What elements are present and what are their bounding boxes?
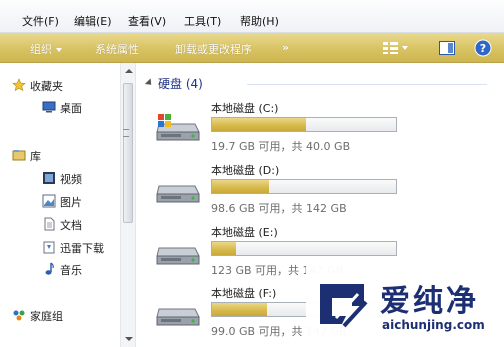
drive-item[interactable]: 本地磁盘 (C:) 19.7 GB 可用，共 40.0 GB [155,100,495,158]
command-toolbar: 组织 系统属性 卸载或更改程序 » ? [0,33,504,63]
drive-usage-bar [211,117,397,132]
drive-capacity-text: 98.6 GB 可用，共 142 GB [211,202,347,215]
scroll-down-icon[interactable] [125,337,133,341]
hard-disk-group-title: 硬盘 (4) [158,77,203,91]
preview-pane-button[interactable] [439,41,455,58]
nav-thunder-label: 迅雷下载 [60,242,104,255]
nav-documents[interactable]: 文档 [44,217,82,233]
view-options-icon [383,42,408,54]
nav-thunder-downloads[interactable]: 迅雷下载 [43,240,104,256]
hard-drive-icon [156,247,200,265]
drive-name: 本地磁盘 (D:) [211,164,280,177]
more-commands-button[interactable]: » [282,41,289,54]
homegroup-icon [13,310,25,321]
collapse-arrow-icon [144,78,155,88]
drive-usage-fill [212,118,306,131]
help-button[interactable]: ? [474,39,492,60]
scrollbar-thumb[interactable] [123,83,133,223]
drive-capacity-text: 19.7 GB 可用，共 40.0 GB [211,140,351,153]
chevron-down-icon [56,48,62,52]
nav-music[interactable]: 音乐 [45,262,82,278]
document-icon [44,217,55,231]
nav-videos[interactable]: 视频 [43,171,82,187]
organize-label: 组织 [30,43,52,56]
library-icon [12,150,26,161]
drive-usage-fill [212,180,270,193]
menu-tools[interactable]: 工具(T) [184,13,221,29]
drive-item[interactable]: 本地磁盘 (D:) 98.6 GB 可用，共 142 GB [155,162,495,220]
hard-drive-icon [156,308,200,326]
nav-libraries-label: 库 [30,150,41,163]
preview-pane-icon [439,41,455,55]
menu-view[interactable]: 查看(V) [128,13,166,29]
uninstall-program-button[interactable]: 卸载或更改程序 [175,41,252,57]
drive-name: 本地磁盘 (F:) [211,287,277,300]
nav-documents-label: 文档 [60,219,82,232]
watermark-url: aichunjing.com [382,318,485,332]
site-watermark: 爱纯净 aichunjing.com [306,266,504,347]
group-divider [247,84,487,85]
drive-usage-bar [211,241,397,256]
help-icon: ? [474,39,492,57]
menu-bar: 文件(F) 编辑(E) 查看(V) 工具(T) 帮助(H) [0,0,504,33]
nav-homegroup-label: 家庭组 [30,310,63,323]
menu-edit[interactable]: 编辑(E) [74,13,112,29]
hard-disk-group-header[interactable]: 硬盘 (4) [144,75,203,92]
navigation-pane: 收藏夹 桌面 库 视频 图片 文档 迅雷下载 音乐 家庭组 [0,63,136,347]
nav-pictures-label: 图片 [60,196,82,209]
drive-usage-fill [212,242,236,255]
watermark-logo-icon [320,284,368,328]
drive-name: 本地磁盘 (C:) [211,102,279,115]
change-view-button[interactable] [382,41,408,58]
watermark-title: 爱纯净 [380,284,479,319]
nav-music-label: 音乐 [60,264,82,277]
video-icon [43,172,55,184]
download-folder-icon [43,241,55,254]
hard-drive-icon [156,185,200,203]
svg-text:?: ? [480,42,486,55]
windows-drive-icon [156,114,200,141]
drive-usage-bar [211,179,397,194]
star-icon [12,78,26,92]
drive-usage-fill [212,303,268,316]
scrollbar-grip [123,129,129,137]
nav-homegroup[interactable]: 家庭组 [13,308,63,324]
menu-file[interactable]: 文件(F) [22,13,59,29]
music-icon [45,262,54,275]
drive-name: 本地磁盘 (E:) [211,226,278,239]
system-properties-button[interactable]: 系统属性 [95,41,139,57]
nav-desktop-label: 桌面 [60,102,82,115]
nav-favorites[interactable]: 收藏夹 [12,78,63,94]
nav-desktop[interactable]: 桌面 [42,100,82,116]
nav-pictures[interactable]: 图片 [42,194,82,210]
desktop-icon [42,101,56,113]
menu-help[interactable]: 帮助(H) [240,13,279,29]
nav-scrollbar[interactable] [120,63,135,347]
scroll-up-icon[interactable] [125,69,133,73]
nav-libraries[interactable]: 库 [12,148,41,164]
picture-icon [42,194,56,208]
nav-videos-label: 视频 [60,173,82,186]
organize-button[interactable]: 组织 [30,41,62,57]
nav-favorites-label: 收藏夹 [30,80,63,93]
